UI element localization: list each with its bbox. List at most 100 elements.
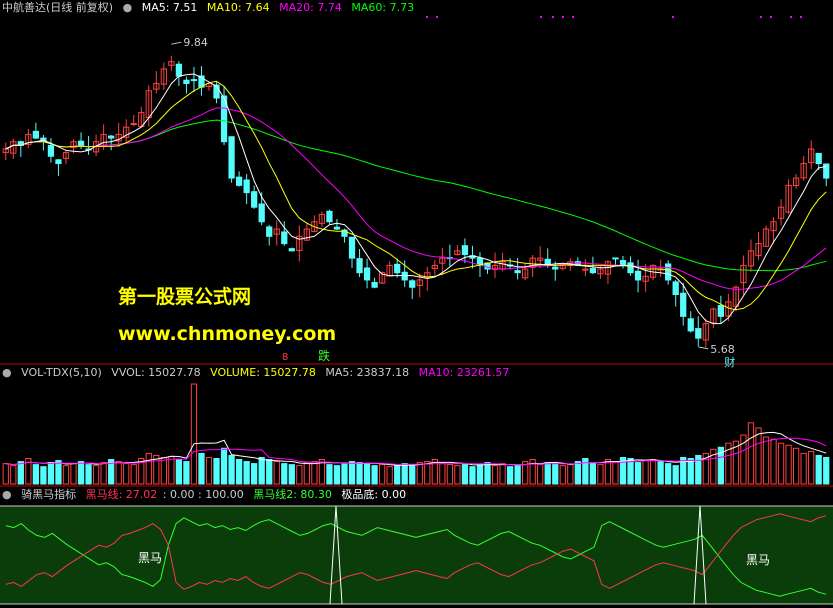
candle-body bbox=[281, 231, 288, 245]
event-dot bbox=[426, 16, 428, 18]
volume-bar bbox=[40, 466, 47, 485]
volume-bar bbox=[213, 458, 220, 485]
volume-bar bbox=[446, 464, 454, 485]
volume-bar bbox=[288, 464, 295, 485]
candle-body bbox=[823, 163, 830, 179]
volume-bar bbox=[401, 463, 408, 485]
volume-bar bbox=[363, 463, 371, 485]
candle-body bbox=[47, 144, 55, 157]
candle-body bbox=[258, 203, 265, 223]
volume-ma10-value: MA10: 23261.57 bbox=[418, 366, 510, 379]
volume-bar bbox=[145, 452, 152, 485]
volume-bar bbox=[311, 461, 318, 485]
candle-body bbox=[401, 271, 408, 281]
volume-bar bbox=[439, 463, 446, 485]
volume-indicator-name[interactable]: VOL-TDX(5,10) bbox=[21, 366, 102, 379]
volume-bar bbox=[371, 465, 378, 485]
volume-bar bbox=[70, 463, 77, 485]
low-label: 5.68 bbox=[710, 343, 735, 356]
volume-bar bbox=[823, 456, 830, 485]
volume-bar bbox=[77, 461, 85, 485]
volume-bar bbox=[220, 447, 228, 485]
volume-bar bbox=[251, 463, 258, 485]
indicator-collapse-icon[interactable]: ● bbox=[2, 488, 12, 501]
volume-bar bbox=[424, 461, 431, 485]
volume-bar bbox=[491, 465, 499, 485]
volume-bar bbox=[506, 466, 514, 485]
candle-body bbox=[333, 226, 341, 230]
candle-body bbox=[687, 318, 694, 332]
volume-bar bbox=[100, 462, 107, 485]
indicator-background bbox=[0, 506, 833, 604]
candle-body bbox=[717, 305, 724, 317]
volume-collapse-icon[interactable]: ● bbox=[2, 366, 12, 379]
volume-bar bbox=[762, 436, 770, 485]
candle-body bbox=[665, 263, 672, 281]
volume-bar bbox=[198, 452, 205, 485]
volume-bar bbox=[92, 465, 100, 485]
volume-bar bbox=[461, 463, 469, 485]
ma5-value: MA5: 7.51 bbox=[141, 1, 198, 14]
candle-body bbox=[815, 152, 822, 165]
candle-body bbox=[235, 176, 243, 186]
volume-bar bbox=[589, 463, 597, 485]
event-dot bbox=[770, 16, 772, 18]
volume-bar bbox=[808, 450, 815, 485]
candle-body bbox=[32, 130, 40, 139]
volume-bar bbox=[258, 456, 265, 485]
volume-value: VOLUME: 15027.78 bbox=[210, 366, 316, 379]
volume-bar bbox=[130, 464, 137, 485]
event-label-drop: 跌 bbox=[318, 348, 330, 363]
stock-title[interactable]: 中航善达(日线 前复权) bbox=[2, 1, 113, 14]
volume-bar bbox=[567, 464, 574, 485]
high-pointer bbox=[171, 41, 182, 45]
candle-body bbox=[680, 292, 687, 317]
volume-bar bbox=[672, 465, 679, 485]
candle-body bbox=[251, 191, 258, 208]
volume-bar bbox=[32, 464, 40, 485]
volume-bar bbox=[378, 464, 386, 485]
watermark-title: 第一股票公式网 bbox=[118, 286, 252, 308]
volume-bar bbox=[62, 465, 70, 485]
volume-bar bbox=[243, 461, 250, 485]
volume-bar bbox=[326, 464, 333, 485]
candle-body bbox=[183, 79, 190, 84]
volume-bar bbox=[273, 461, 280, 485]
volume-bar bbox=[281, 463, 288, 485]
candle-body bbox=[589, 267, 597, 274]
volume-bar bbox=[544, 462, 551, 485]
volume-bar bbox=[665, 463, 672, 485]
volume-bar bbox=[657, 461, 664, 485]
volume-bar bbox=[777, 442, 785, 485]
candle-body bbox=[356, 258, 363, 274]
indicator-name[interactable]: 骑黑马指标 bbox=[21, 488, 76, 501]
volume-bar bbox=[205, 456, 213, 485]
volume-bar bbox=[115, 461, 122, 485]
event-dot bbox=[436, 16, 438, 18]
horse-label-1: 黑马 bbox=[138, 551, 162, 565]
watermark-url[interactable]: www.chnmoney.com bbox=[118, 323, 336, 345]
candle-body bbox=[461, 245, 469, 255]
volume-bar bbox=[454, 465, 461, 485]
candle-body bbox=[695, 328, 702, 339]
volume-bar bbox=[597, 464, 604, 485]
candle-body bbox=[326, 210, 333, 223]
candle-body bbox=[348, 236, 356, 259]
collapse-icon[interactable]: ● bbox=[123, 1, 133, 14]
volume-bar bbox=[348, 461, 356, 485]
volume-bar bbox=[386, 466, 393, 485]
ma10-value: MA10: 7.64 bbox=[206, 1, 270, 14]
volume-bar bbox=[755, 427, 762, 485]
event-marker: 8 bbox=[282, 352, 288, 363]
volume-bar bbox=[190, 383, 198, 485]
volume-bar bbox=[642, 460, 649, 485]
volume-bar bbox=[168, 455, 175, 485]
volume-bar bbox=[416, 462, 423, 485]
volume-bar bbox=[476, 464, 484, 485]
candle-body bbox=[627, 262, 634, 274]
volume-bar bbox=[2, 463, 9, 485]
event-dot bbox=[562, 16, 564, 18]
ma10-line bbox=[5, 80, 827, 311]
volume-bar bbox=[409, 464, 416, 485]
event-dot bbox=[552, 16, 554, 18]
